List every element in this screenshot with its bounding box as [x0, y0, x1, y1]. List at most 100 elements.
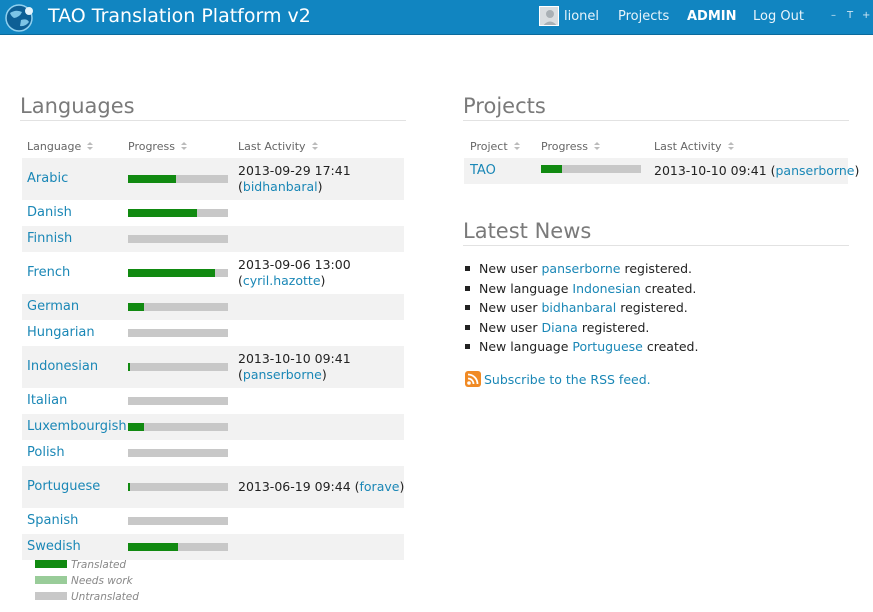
progress-fill-translated — [128, 175, 176, 183]
user-link[interactable]: panserborne — [243, 367, 322, 382]
language-link-polish[interactable]: Polish — [27, 445, 65, 460]
app-title[interactable]: TAO Translation Platform v2 — [48, 5, 311, 27]
sort-icon — [727, 142, 735, 151]
progress-fill-translated — [128, 269, 215, 277]
last-activity: 2013-09-06 13:00 (cyril.hazotte) — [238, 257, 351, 288]
progress-bar — [128, 517, 228, 525]
table-row: TAO 2013-10-10 09:41 (panserborne) — [464, 158, 859, 184]
language-link-luxembourgish[interactable]: Luxembourgish — [27, 419, 127, 434]
news-item: New language Indonesian created. — [465, 281, 696, 296]
progress-fill-translated — [128, 483, 130, 491]
language-link-danish[interactable]: Danish — [27, 205, 72, 220]
bullet-icon — [465, 344, 470, 349]
news-link[interactable]: Portuguese — [572, 339, 642, 354]
nav-admin[interactable]: ADMIN — [687, 9, 737, 24]
language-link-spanish[interactable]: Spanish — [27, 513, 78, 528]
sort-icon — [513, 142, 521, 151]
progress-bar — [128, 423, 228, 431]
user-link[interactable]: panserborne — [776, 163, 855, 178]
progress-bar — [128, 209, 228, 217]
progress-fill-translated — [128, 543, 178, 551]
legend-translated: Translated — [35, 559, 126, 571]
sort-icon — [593, 142, 601, 151]
projects-heading: Projects — [463, 94, 546, 118]
language-link-swedish[interactable]: Swedish — [27, 539, 81, 554]
nav-projects[interactable]: Projects — [618, 9, 669, 24]
project-progress-bar — [541, 165, 641, 173]
user-link[interactable]: forave — [360, 479, 400, 494]
legend-needs-work: Needs work — [35, 575, 133, 587]
progress-fill-translated — [128, 209, 197, 217]
progress-bar — [128, 329, 228, 337]
language-link-portuguese[interactable]: Portuguese — [27, 479, 100, 494]
progress-bar — [128, 363, 228, 371]
user-link[interactable]: cyril.hazotte — [243, 273, 321, 288]
language-link-arabic[interactable]: Arabic — [27, 171, 68, 186]
user-avatar[interactable] — [539, 6, 559, 26]
progress-bar — [128, 269, 228, 277]
legend-swatch — [35, 560, 67, 568]
news-item: New user bidhanbaral registered. — [465, 300, 688, 315]
project-last-activity: 2013-10-10 09:41 (panserborne) — [654, 163, 860, 178]
languages-heading: Languages — [20, 94, 135, 118]
col-project-progress-header[interactable]: Progress — [541, 140, 601, 153]
table-row: Spanish — [22, 508, 404, 534]
col-progress-header[interactable]: Progress — [128, 140, 188, 153]
progress-fill-translated — [128, 363, 130, 371]
language-link-german[interactable]: German — [27, 299, 79, 314]
news-link[interactable]: Indonesian — [572, 281, 640, 296]
legend-swatch — [35, 576, 67, 584]
sort-icon — [311, 142, 319, 151]
minimize-control[interactable]: – — [831, 10, 836, 21]
maximize-control[interactable]: + — [862, 10, 870, 21]
progress-fill-translated — [128, 303, 144, 311]
col-last-activity-header[interactable]: Last Activity — [238, 140, 319, 153]
table-row: Luxembourgish — [22, 414, 404, 440]
user-silhouette-icon — [543, 10, 557, 25]
progress-bar — [128, 543, 228, 551]
news-link[interactable]: bidhanbaral — [542, 300, 617, 315]
news-item: New user Diana registered. — [465, 320, 649, 335]
language-link-italian[interactable]: Italian — [27, 393, 67, 408]
nav-user[interactable]: lionel — [564, 9, 599, 24]
language-link-indonesian[interactable]: Indonesian — [27, 359, 98, 374]
news-heading: Latest News — [463, 219, 592, 243]
bullet-icon — [465, 266, 470, 271]
languages-divider — [20, 120, 406, 121]
nav-logout[interactable]: Log Out — [753, 9, 804, 24]
col-project-activity-header[interactable]: Last Activity — [654, 140, 735, 153]
projects-divider — [463, 120, 849, 121]
language-link-hungarian[interactable]: Hungarian — [27, 325, 95, 340]
col-project-header[interactable]: Project — [470, 140, 521, 153]
news-item: New user panserborne registered. — [465, 261, 692, 276]
rss-icon — [465, 371, 481, 387]
text-size-control[interactable]: T — [847, 10, 853, 21]
news-item: New language Portuguese created. — [465, 339, 698, 354]
progress-bar — [128, 397, 228, 405]
sort-icon — [87, 142, 94, 151]
user-link[interactable]: bidhanbaral — [243, 179, 318, 194]
table-row: Arabic 2013-09-29 17:41 (bidhanbaral) — [22, 158, 404, 200]
progress-bar — [128, 303, 228, 311]
globe-logo-icon[interactable] — [4, 3, 38, 33]
rss-subscribe-link[interactable]: Subscribe to the RSS feed. — [465, 371, 651, 387]
last-activity: 2013-09-29 17:41 (bidhanbaral) — [238, 163, 351, 194]
col-language-header[interactable]: Language — [27, 140, 94, 153]
legend-swatch — [35, 592, 67, 600]
progress-bar — [128, 483, 228, 491]
table-row: Polish — [22, 440, 404, 466]
last-activity: 2013-10-10 09:41 (panserborne) — [238, 351, 351, 382]
table-row: Swedish — [22, 534, 404, 560]
table-row: Portuguese 2013-06-19 09:44 (forave) — [22, 466, 404, 508]
language-link-french[interactable]: French — [27, 265, 70, 280]
table-row: German — [22, 294, 404, 320]
last-activity: 2013-06-19 09:44 (forave) — [238, 479, 405, 494]
table-row: French 2013-09-06 13:00 (cyril.hazotte) — [22, 252, 404, 294]
bullet-icon — [465, 285, 470, 291]
language-link-finnish[interactable]: Finnish — [27, 231, 72, 246]
news-link[interactable]: panserborne — [542, 261, 621, 276]
project-link-tao[interactable]: TAO — [470, 163, 496, 178]
table-row: Indonesian 2013-10-10 09:41 (panserborne) — [22, 346, 404, 388]
progress-fill-translated — [128, 423, 144, 431]
news-link[interactable]: Diana — [542, 320, 578, 335]
